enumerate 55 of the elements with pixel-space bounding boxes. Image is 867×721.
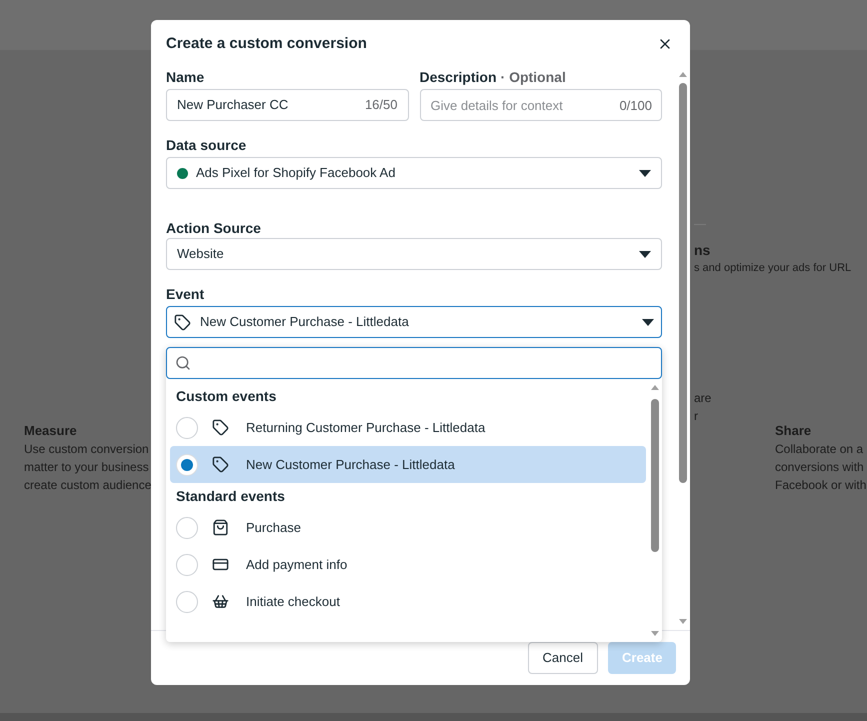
- caret-icon: [639, 250, 651, 258]
- section-text: Collaborate on a: [775, 441, 864, 458]
- character-counter: 0/100: [619, 97, 652, 115]
- credit-card-icon: [212, 556, 229, 573]
- section-title: Share: [775, 422, 812, 440]
- event-option[interactable]: Returning Customer Purchase - Littledata: [170, 409, 646, 446]
- event-option[interactable]: Initiate checkout: [170, 583, 646, 620]
- caret-icon: [639, 170, 651, 176]
- action-source-select[interactable]: Website: [166, 238, 662, 270]
- field-label: Action Source: [166, 218, 261, 238]
- event-select[interactable]: New Customer Purchase - Littledata: [166, 306, 662, 338]
- event-option[interactable]: Purchase: [170, 509, 646, 546]
- scrollbar[interactable]: [678, 72, 688, 624]
- scroll-down-arrow-icon[interactable]: [651, 631, 659, 636]
- section-text: create custom audience: [24, 477, 152, 494]
- scroll-down-arrow-icon[interactable]: [679, 619, 687, 624]
- group-heading: Custom events: [176, 386, 276, 406]
- section-text: r: [694, 408, 699, 425]
- field-label: Event: [166, 284, 204, 304]
- tag-icon: [212, 456, 229, 473]
- tag-icon: [212, 419, 229, 436]
- field-label: Name: [166, 68, 204, 86]
- name-field[interactable]: New Purchaser CC 16/50: [166, 89, 408, 121]
- section-text: conversions with: [775, 459, 865, 476]
- group-heading: Standard events: [176, 486, 285, 506]
- section-text: Facebook or with: [775, 477, 866, 494]
- section-title: Measure: [24, 422, 78, 440]
- tag-icon: [174, 314, 191, 330]
- search-field[interactable]: [166, 347, 662, 379]
- radio-button[interactable]: [176, 554, 198, 576]
- radio-button[interactable]: [176, 416, 198, 438]
- radio-button[interactable]: [176, 590, 198, 612]
- field-label: Data source: [166, 136, 246, 154]
- section-text: matter to your business: [24, 459, 150, 476]
- scrollbar[interactable]: [650, 385, 660, 636]
- basket-icon: [212, 593, 229, 610]
- section-text: Use custom conversion: [24, 441, 150, 458]
- caret-icon: [642, 318, 654, 326]
- section-text: s and optimize your ads for URL: [694, 261, 852, 276]
- section-heading: ns: [694, 241, 710, 259]
- event-option[interactable]: Add payment info: [170, 546, 646, 583]
- cancel-button[interactable]: Cancel: [528, 642, 598, 674]
- radio-button[interactable]: [176, 454, 198, 476]
- field-label: Description: [420, 68, 497, 87]
- scroll-up-arrow-icon[interactable]: [679, 72, 687, 77]
- dialog-title: Create a custom conversion: [166, 34, 367, 54]
- data-source-select[interactable]: Ads Pixel for Shopify Facebook Ad: [166, 157, 662, 189]
- radio-button[interactable]: [176, 516, 198, 538]
- scroll-up-arrow-icon[interactable]: [651, 385, 659, 390]
- character-counter: 16/50: [364, 96, 398, 114]
- shopping-bag-icon: [212, 519, 229, 536]
- event-option[interactable]: New Customer Purchase - Littledata: [170, 446, 646, 483]
- section-text: are: [694, 390, 712, 407]
- search-icon: [175, 355, 191, 371]
- optional-note: · Optional: [500, 68, 566, 87]
